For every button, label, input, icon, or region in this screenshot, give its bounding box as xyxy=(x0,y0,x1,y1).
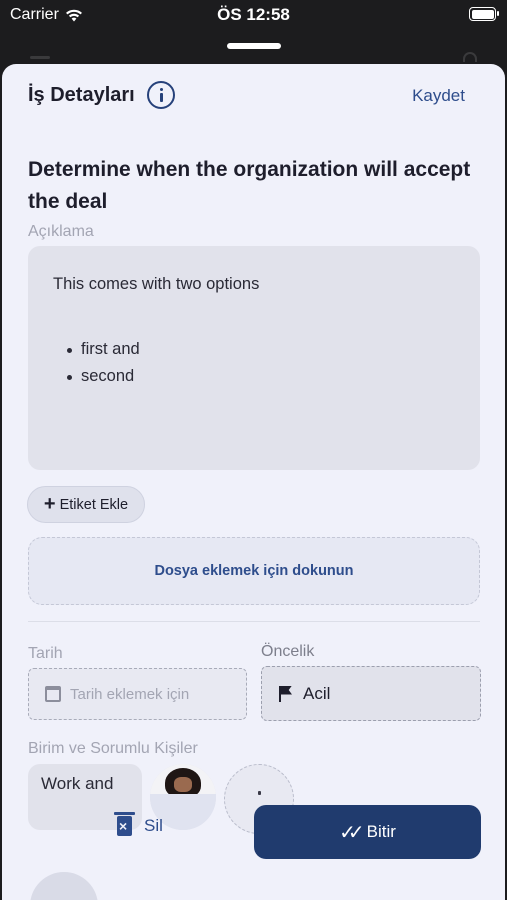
priority-value: Acil xyxy=(303,683,331,703)
priority-select[interactable]: Acil xyxy=(261,666,481,721)
sheet-header: İş Detayları Kaydet xyxy=(2,64,505,126)
status-bar: Carrier ÖS 12:58 xyxy=(0,0,507,32)
background-menu-icon xyxy=(30,56,50,59)
calendar-icon xyxy=(45,686,61,702)
background-search-icon xyxy=(463,52,477,62)
delete-label: Sil xyxy=(144,816,163,835)
assignees-label: Birim ve Sorumlu Kişiler xyxy=(28,740,198,757)
clock: ÖS 12:58 xyxy=(217,5,290,24)
save-button[interactable]: Kaydet xyxy=(412,86,465,106)
double-check-icon: ✓✓ xyxy=(339,821,364,844)
description-list: first and second xyxy=(53,336,455,390)
finish-label: Bitir xyxy=(366,822,396,841)
description-label: Açıklama xyxy=(28,223,94,240)
date-placeholder: Tarih eklemek için xyxy=(70,685,190,703)
add-tag-button[interactable]: + Etiket Ekle xyxy=(27,486,145,523)
description-editor[interactable]: This comes with two options first and se… xyxy=(28,246,480,470)
plus-icon: + xyxy=(43,492,56,515)
date-label: Tarih xyxy=(28,645,63,662)
date-picker-field[interactable]: Tarih eklemek için xyxy=(28,668,247,720)
trash-icon xyxy=(114,812,135,836)
section-divider xyxy=(28,621,480,622)
page-title: İş Detayları xyxy=(28,84,135,106)
sheet-grabber-handle[interactable] xyxy=(227,43,281,49)
delete-button[interactable]: Sil xyxy=(114,812,163,836)
description-list-item: first and xyxy=(66,336,455,363)
priority-label: Öncelik xyxy=(261,643,315,660)
description-list-item: second xyxy=(66,363,455,390)
task-detail-sheet: İş Detayları Kaydet Determine when the o… xyxy=(2,64,505,900)
description-text: This comes with two options xyxy=(53,275,260,293)
finish-button[interactable]: ✓✓ Bitir xyxy=(254,805,481,859)
battery-icon xyxy=(469,7,499,21)
flag-icon xyxy=(279,685,293,702)
task-title[interactable]: Determine when the organization will acc… xyxy=(28,154,478,218)
file-upload-area[interactable]: Dosya eklemek için dokunun xyxy=(28,537,480,605)
add-tag-label: Etiket Ekle xyxy=(59,496,129,513)
floating-action-button[interactable] xyxy=(30,872,98,900)
info-icon[interactable] xyxy=(147,81,175,109)
file-upload-label: Dosya eklemek için dokunun xyxy=(154,563,354,579)
